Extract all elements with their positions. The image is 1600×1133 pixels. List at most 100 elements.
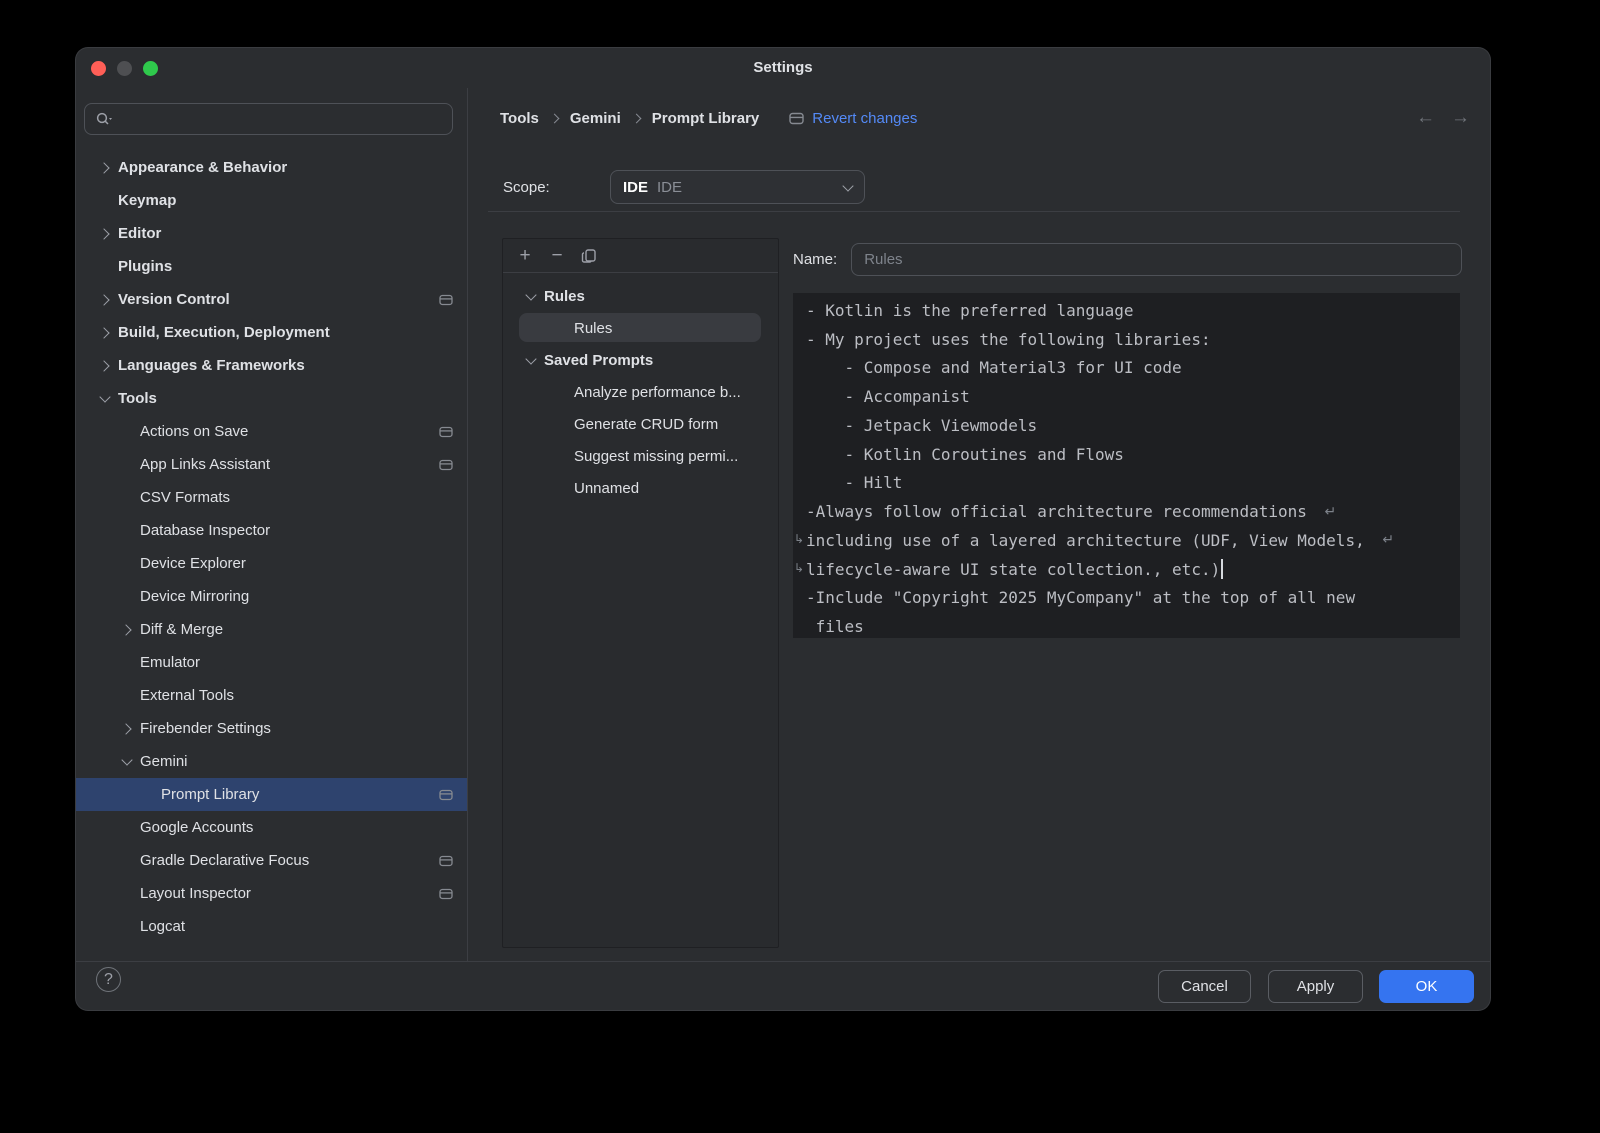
sidebar-item-gemini[interactable]: Gemini	[76, 745, 467, 778]
add-prompt-button[interactable]: +	[513, 244, 537, 268]
sidebar-item-prompt-library[interactable]: Prompt Library	[76, 778, 467, 811]
minimize-window-button[interactable]	[117, 61, 132, 76]
chevron-down-icon	[99, 391, 110, 402]
sidebar-item-label: App Links Assistant	[140, 456, 270, 473]
prompt-list-panel: + − RulesRulesSaved PromptsAnalyze perfo…	[502, 238, 779, 948]
sidebar-item-google-accounts[interactable]: Google Accounts	[76, 811, 467, 844]
sidebar-item-label: Keymap	[118, 192, 176, 209]
sidebar-item-label: Tools	[118, 390, 157, 407]
chevron-slot-empty	[99, 195, 111, 207]
ok-button[interactable]: OK	[1379, 970, 1474, 1003]
sidebar-item-layout-inspector[interactable]: Layout Inspector	[76, 877, 467, 910]
settings-window: Settings Appearance & BehaviorKeymapEdit…	[76, 48, 1490, 1010]
chevron-slot-empty	[142, 789, 154, 801]
sidebar-item-device-explorer[interactable]: Device Explorer	[76, 547, 467, 580]
sidebar-item-database-inspector[interactable]: Database Inspector	[76, 514, 467, 547]
prompt-tree-item-unnamed[interactable]: Unnamed	[503, 472, 778, 504]
prompt-tree-item-analyze-performance-b[interactable]: Analyze performance b...	[503, 376, 778, 408]
sidebar-item-build-execution-deployment[interactable]: Build, Execution, Deployment	[76, 316, 467, 349]
editor-line: - Kotlin is the preferred language	[793, 296, 1460, 325]
editor-line-text: files	[806, 617, 864, 636]
back-arrow-button[interactable]: ←	[1416, 107, 1435, 129]
sidebar-item-logcat[interactable]: Logcat	[76, 910, 467, 943]
breadcrumb: Tools Gemini Prompt Library Revert chang…	[500, 104, 917, 132]
breadcrumb-prompt-library: Prompt Library	[652, 110, 760, 127]
chevron-right-icon	[631, 114, 641, 124]
chevron-right-icon	[98, 294, 109, 305]
sidebar-item-device-mirroring[interactable]: Device Mirroring	[76, 580, 467, 613]
copy-prompt-button[interactable]	[577, 244, 601, 268]
editor-line: files	[793, 612, 1460, 638]
modified-indicator-icon	[789, 112, 804, 125]
forward-arrow-button[interactable]: →	[1451, 107, 1470, 129]
prompt-name-input[interactable]	[851, 243, 1462, 276]
name-row: Name:	[793, 243, 1462, 276]
help-button[interactable]: ?	[96, 967, 121, 992]
modified-indicator-icon	[439, 789, 453, 801]
chevron-slot	[99, 327, 111, 339]
sidebar-item-label: Logcat	[140, 918, 185, 935]
revert-changes[interactable]: Revert changes	[789, 110, 917, 127]
revert-changes-link[interactable]: Revert changes	[812, 110, 917, 127]
soft-wrap-start-icon: ↳	[794, 561, 804, 575]
editor-line: ↳including use of a layered architecture…	[793, 526, 1460, 555]
sidebar-item-tools[interactable]: Tools	[76, 382, 467, 415]
sidebar-item-external-tools[interactable]: External Tools	[76, 679, 467, 712]
chevron-slot	[525, 290, 537, 302]
chevron-slot-empty	[121, 558, 133, 570]
editor-line: - Hilt	[793, 469, 1460, 498]
sidebar-item-label: Version Control	[118, 291, 230, 308]
sidebar-tree: Appearance & Behavior Keymap EditorPlugins…	[76, 151, 467, 943]
soft-wrap-end-icon: ↵	[1325, 505, 1337, 519]
breadcrumb-tools[interactable]: Tools	[500, 110, 539, 127]
prompt-tree-label: Rules	[544, 288, 585, 305]
sidebar-item-editor[interactable]: Editor	[76, 217, 467, 250]
chevron-right-icon	[120, 723, 131, 734]
sidebar-item-appearance-behavior[interactable]: Appearance & Behavior	[76, 151, 467, 184]
settings-sidebar: Appearance & Behavior Keymap EditorPlugins…	[76, 88, 467, 962]
scope-value: IDE	[657, 179, 844, 196]
editor-line: -Always follow official architecture rec…	[793, 497, 1460, 526]
chevron-slot	[121, 756, 133, 768]
editor-line-text: - Compose and Material3 for UI code	[806, 358, 1182, 377]
apply-button[interactable]: Apply	[1268, 970, 1363, 1003]
prompt-tree-item-rules[interactable]: Rules	[503, 312, 778, 344]
settings-content: Tools Gemini Prompt Library Revert chang…	[468, 88, 1490, 962]
chevron-slot-empty	[121, 591, 133, 603]
sidebar-item-app-links-assistant[interactable]: App Links Assistant	[76, 448, 467, 481]
sidebar-item-diff-merge[interactable]: Diff & Merge	[76, 613, 467, 646]
sidebar-item-plugins[interactable]: Plugins	[76, 250, 467, 283]
editor-line-text: - Kotlin Coroutines and Flows	[806, 445, 1124, 464]
cancel-button[interactable]: Cancel	[1158, 970, 1251, 1003]
sidebar-item-version-control[interactable]: Version Control	[76, 283, 467, 316]
prompt-tree-group-saved-prompts[interactable]: Saved Prompts	[503, 344, 778, 376]
scope-dropdown[interactable]: IDE IDE	[610, 170, 865, 204]
search-input[interactable]	[117, 110, 452, 128]
prompt-tree-item-suggest-missing-permi[interactable]: Suggest missing permi...	[503, 440, 778, 472]
sidebar-item-csv-formats[interactable]: CSV Formats	[76, 481, 467, 514]
prompt-tree-item-generate-crud-form[interactable]: Generate CRUD form	[503, 408, 778, 440]
zoom-window-button[interactable]	[143, 61, 158, 76]
sidebar-item-keymap[interactable]: Keymap	[76, 184, 467, 217]
close-window-button[interactable]	[91, 61, 106, 76]
selection-highlight	[519, 313, 761, 342]
name-label: Name:	[793, 251, 837, 268]
soft-wrap-start-icon: ↳	[794, 532, 804, 546]
sidebar-item-label: Gradle Declarative Focus	[140, 852, 309, 869]
settings-search[interactable]	[84, 103, 453, 135]
sidebar-item-languages-frameworks[interactable]: Languages & Frameworks	[76, 349, 467, 382]
chevron-down-icon	[525, 289, 536, 300]
editor-line: - My project uses the following librarie…	[793, 325, 1460, 354]
remove-prompt-button[interactable]: −	[545, 244, 569, 268]
editor-line-text: - Jetpack Viewmodels	[806, 416, 1037, 435]
prompt-editor[interactable]: - Kotlin is the preferred language - My p…	[793, 293, 1460, 638]
sidebar-item-gradle-declarative-focus[interactable]: Gradle Declarative Focus	[76, 844, 467, 877]
sidebar-item-emulator[interactable]: Emulator	[76, 646, 467, 679]
scope-row: Scope: IDE IDE	[503, 170, 550, 204]
sidebar-item-label: Languages & Frameworks	[118, 357, 305, 374]
sidebar-item-firebender-settings[interactable]: Firebender Settings	[76, 712, 467, 745]
breadcrumb-gemini[interactable]: Gemini	[570, 110, 621, 127]
sidebar-item-actions-on-save[interactable]: Actions on Save	[76, 415, 467, 448]
prompt-tree-group-rules[interactable]: Rules	[503, 280, 778, 312]
editor-line-text: - Kotlin is the preferred language	[806, 301, 1134, 320]
